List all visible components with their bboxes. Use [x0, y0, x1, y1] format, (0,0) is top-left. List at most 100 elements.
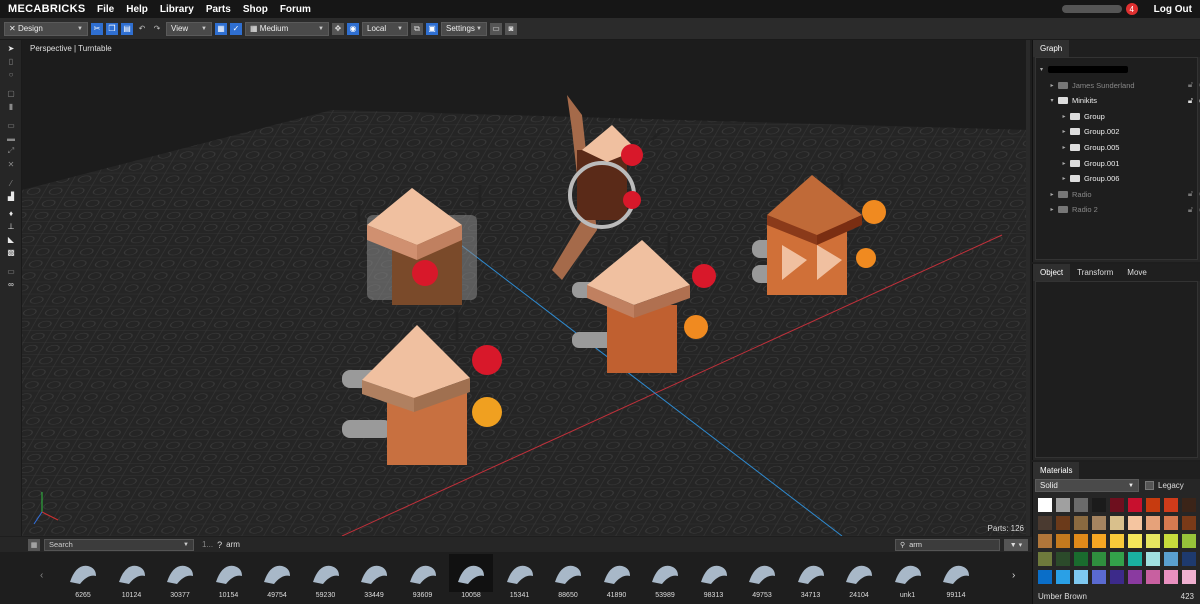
- flex-tool-icon[interactable]: ✕: [6, 159, 16, 169]
- axes-icon[interactable]: ⊥: [6, 221, 16, 231]
- chart-icon[interactable]: ▟: [6, 191, 16, 201]
- menu-parts[interactable]: Parts: [206, 4, 231, 15]
- color-swatch[interactable]: [1092, 498, 1106, 512]
- print-icon[interactable]: ▩: [6, 247, 16, 257]
- delete-tool-icon[interactable]: ▮: [6, 101, 16, 111]
- color-swatch[interactable]: [1164, 516, 1178, 530]
- library-part[interactable]: 30377: [158, 554, 202, 602]
- color-swatch[interactable]: [1182, 570, 1196, 584]
- tab-transform[interactable]: Transform: [1070, 264, 1120, 281]
- logout-link[interactable]: Log Out: [1154, 4, 1192, 15]
- chevron-icon[interactable]: ▸: [1048, 206, 1056, 213]
- menu-shop[interactable]: Shop: [243, 4, 268, 15]
- tree-item[interactable]: ▸Group.001🔓︎◉: [1060, 156, 1200, 170]
- color-swatch[interactable]: [1128, 498, 1142, 512]
- library-part[interactable]: 49753: [740, 554, 784, 602]
- align-tool-icon[interactable]: ⁄: [6, 178, 16, 188]
- library-part[interactable]: 41890: [595, 554, 639, 602]
- library-search-select[interactable]: Search ▼: [44, 538, 194, 551]
- tree-item[interactable]: ▸Radio🔓︎◉: [1048, 187, 1200, 201]
- library-part[interactable]: 53989: [643, 554, 687, 602]
- mode-select[interactable]: ✕ Design ▼: [4, 21, 88, 36]
- color-swatch[interactable]: [1182, 498, 1196, 512]
- color-swatch[interactable]: [1146, 552, 1160, 566]
- chevron-icon[interactable]: ▸: [1060, 128, 1068, 135]
- check-icon[interactable]: ✓: [230, 22, 242, 35]
- material-type-select[interactable]: Solid ▼: [1035, 479, 1139, 492]
- color-swatch[interactable]: [1146, 570, 1160, 584]
- settings-select[interactable]: Settings ▼: [441, 21, 487, 36]
- select-tool-icon[interactable]: ➤: [6, 43, 16, 53]
- color-swatch[interactable]: [1056, 498, 1070, 512]
- hinge-tool-icon[interactable]: ▢: [6, 88, 16, 98]
- tree-root[interactable]: ▾: [1040, 62, 1200, 76]
- tab-graph[interactable]: Graph: [1033, 40, 1070, 57]
- chevron-icon[interactable]: ▸: [1060, 175, 1068, 182]
- color-swatch[interactable]: [1074, 498, 1088, 512]
- color-swatch[interactable]: [1128, 516, 1142, 530]
- color-swatch[interactable]: [1056, 516, 1070, 530]
- tab-move[interactable]: Move: [1120, 264, 1154, 281]
- link-icon[interactable]: ∞: [6, 279, 16, 289]
- color-swatch[interactable]: [1092, 534, 1106, 548]
- color-swatch[interactable]: [1056, 534, 1070, 548]
- library-part[interactable]: 33449: [352, 554, 396, 602]
- color-swatch[interactable]: [1182, 516, 1196, 530]
- color-swatch[interactable]: [1038, 498, 1052, 512]
- cut-icon[interactable]: ✂: [91, 22, 103, 35]
- 3d-viewport[interactable]: Perspective | Turntable Parts: 126: [22, 40, 1030, 536]
- color-swatch[interactable]: [1074, 570, 1088, 584]
- notification-badge[interactable]: 4: [1125, 3, 1138, 15]
- library-part[interactable]: unk1: [886, 554, 930, 602]
- hide-tool-icon[interactable]: ▬: [6, 133, 16, 143]
- viewport-scrollbar[interactable]: [1026, 40, 1030, 536]
- menu-forum[interactable]: Forum: [280, 4, 311, 15]
- pivot-icon[interactable]: ◉: [347, 22, 359, 35]
- color-swatch[interactable]: [1074, 552, 1088, 566]
- screenshot-icon[interactable]: ◙: [505, 22, 517, 35]
- chevron-icon[interactable]: ▸: [1060, 113, 1068, 120]
- tree-item[interactable]: ▸Group.005🔓︎◉: [1060, 140, 1200, 154]
- menu-library[interactable]: Library: [160, 4, 194, 15]
- move-gizmo-icon[interactable]: ✥: [332, 22, 344, 35]
- color-swatch[interactable]: [1110, 534, 1124, 548]
- tree-item[interactable]: ▸Group.002🔓︎◉: [1060, 125, 1200, 139]
- library-part[interactable]: 24104: [837, 554, 881, 602]
- tree-item[interactable]: ▾Minikits🔓︎◉: [1048, 94, 1200, 108]
- part-filter-input[interactable]: ⚲ arm: [895, 538, 1000, 551]
- library-part[interactable]: 49754: [255, 554, 299, 602]
- color-swatch[interactable]: [1164, 498, 1178, 512]
- tab-materials[interactable]: Materials: [1033, 462, 1080, 479]
- color-swatch[interactable]: [1164, 552, 1178, 566]
- chevron-icon[interactable]: ▾: [1048, 97, 1056, 104]
- color-swatch[interactable]: [1092, 516, 1106, 530]
- color-swatch[interactable]: [1182, 552, 1196, 566]
- snap-icon[interactable]: ⧉: [411, 22, 423, 35]
- grid-icon[interactable]: ▦: [215, 22, 227, 35]
- color-swatch[interactable]: [1164, 570, 1178, 584]
- lock-icon[interactable]: 🔓︎: [1188, 205, 1193, 215]
- rotate-tool-icon[interactable]: ○: [6, 69, 16, 79]
- color-swatch[interactable]: [1074, 516, 1088, 530]
- menu-file[interactable]: File: [97, 4, 114, 15]
- color-swatch[interactable]: [1110, 516, 1124, 530]
- lock-icon[interactable]: 🔓︎: [1188, 189, 1193, 199]
- color-swatch[interactable]: [1146, 516, 1160, 530]
- light-icon[interactable]: ♦: [6, 208, 16, 218]
- color-swatch[interactable]: [1038, 552, 1052, 566]
- color-swatch[interactable]: [1092, 570, 1106, 584]
- undo-icon[interactable]: ↶: [136, 23, 148, 35]
- chevron-left-icon[interactable]: ‹: [40, 570, 43, 581]
- library-part[interactable]: 59230: [304, 554, 348, 602]
- lock-icon[interactable]: 🔓︎: [1188, 80, 1193, 90]
- redo-icon[interactable]: ↷: [151, 23, 163, 35]
- library-part[interactable]: 10154: [207, 554, 251, 602]
- username-redacted[interactable]: [1061, 5, 1122, 13]
- color-swatch[interactable]: [1164, 534, 1178, 548]
- color-swatch[interactable]: [1110, 498, 1124, 512]
- eraser-icon[interactable]: ◣: [6, 234, 16, 244]
- color-swatch[interactable]: [1128, 570, 1142, 584]
- menu-help[interactable]: Help: [126, 4, 148, 15]
- measure-tool-icon[interactable]: ⤢: [6, 146, 16, 156]
- chevron-icon[interactable]: ▸: [1048, 82, 1056, 89]
